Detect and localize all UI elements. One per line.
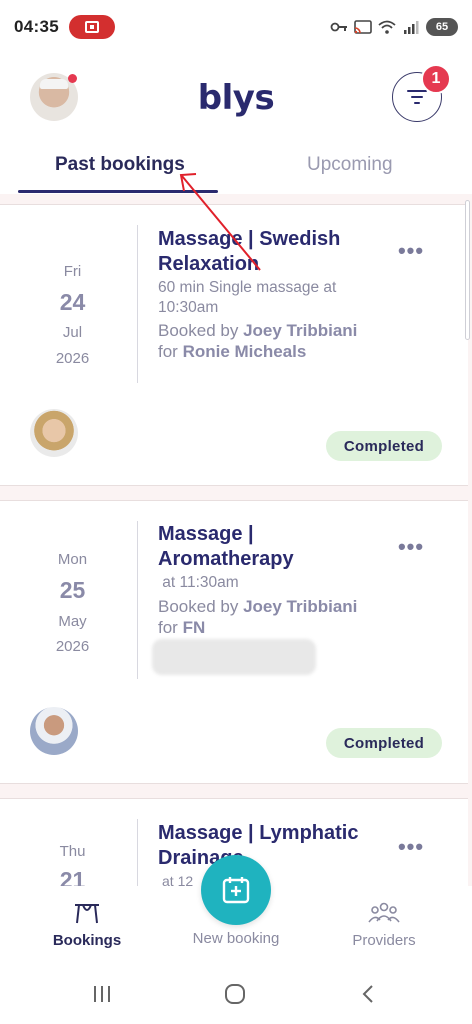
booking-title: Massage | Swedish Relaxation bbox=[158, 228, 341, 275]
tab-past-bookings[interactable]: Past bookings bbox=[55, 154, 185, 176]
booking-title: Massage | Lymphatic Drainage bbox=[158, 822, 359, 869]
back-icon[interactable] bbox=[348, 980, 388, 1008]
date-divider bbox=[137, 225, 138, 383]
booking-subtitle: at 12 bbox=[162, 873, 194, 886]
booked-by-name: Joey Tribbiani bbox=[243, 597, 358, 616]
booking-year: 2026 bbox=[55, 638, 90, 655]
status-icons: 65 bbox=[330, 18, 458, 36]
booking-subtitle: at 11:30am bbox=[158, 574, 239, 591]
booking-card[interactable]: Fri 24 Jul 2026 Massage | Swedish Relaxa… bbox=[0, 204, 468, 486]
nav-providers-label: Providers bbox=[352, 932, 416, 949]
booking-day: 21 bbox=[59, 867, 86, 886]
booked-by-name: Joey Tribbiani bbox=[243, 321, 358, 340]
nav-bookings-label: Bookings bbox=[52, 932, 122, 949]
date-divider bbox=[137, 819, 138, 886]
recipient-name: FN bbox=[182, 618, 206, 637]
status-badge: Completed bbox=[326, 431, 442, 461]
redacted-text bbox=[152, 639, 316, 675]
nav-new-booking-label: New booking bbox=[192, 930, 280, 947]
filter-count-badge: 1 bbox=[421, 64, 451, 94]
booking-year: 2026 bbox=[55, 350, 90, 367]
filter-lines-icon bbox=[407, 90, 427, 104]
app-header: blys 1 bbox=[0, 62, 472, 134]
status-badge: Completed bbox=[326, 728, 442, 758]
booked-by-text: Booked by Joey Tribbiani for Ronie Miche… bbox=[158, 320, 358, 362]
booking-dow: Thu bbox=[59, 843, 86, 860]
provider-avatar bbox=[30, 409, 78, 457]
for-word: for bbox=[158, 342, 178, 361]
provider-avatar bbox=[30, 707, 78, 755]
booking-dow: Fri bbox=[63, 263, 82, 280]
booking-dow: Mon bbox=[57, 551, 88, 568]
active-tab-indicator bbox=[18, 190, 218, 193]
scrollbar[interactable] bbox=[465, 200, 470, 340]
booked-by-prefix: Booked by bbox=[158, 321, 239, 340]
more-options-icon[interactable]: ••• bbox=[396, 536, 426, 563]
booking-title: Massage | Aromatherapy bbox=[158, 523, 294, 570]
for-word: for bbox=[158, 618, 178, 637]
recipient-name: Ronie Micheals bbox=[182, 342, 307, 361]
booking-day: 25 bbox=[59, 577, 86, 603]
booking-day: 24 bbox=[59, 289, 86, 315]
status-bar: 04:35 65 bbox=[0, 0, 472, 54]
booking-card[interactable]: Mon 25 May 2026 Massage | Aromatherapy a… bbox=[0, 500, 468, 784]
tab-upcoming[interactable]: Upcoming bbox=[307, 154, 393, 176]
booking-month: Jul bbox=[62, 324, 83, 341]
more-options-icon[interactable]: ••• bbox=[396, 836, 426, 863]
providers-icon bbox=[324, 900, 444, 926]
screen-record-icon bbox=[68, 15, 115, 39]
booking-subtitle: 60 min Single massage at 10:30am bbox=[158, 279, 337, 316]
date-divider bbox=[137, 521, 138, 679]
new-booking-button[interactable] bbox=[201, 855, 271, 925]
cast-icon bbox=[354, 20, 372, 34]
more-options-icon[interactable]: ••• bbox=[396, 240, 426, 267]
booked-by-prefix: Booked by bbox=[158, 597, 239, 616]
booking-tabs: Past bookings Upcoming bbox=[0, 140, 472, 194]
recent-apps-icon[interactable] bbox=[82, 980, 122, 1008]
vpn-key-icon bbox=[330, 20, 348, 34]
bookings-list[interactable]: Fri 24 Jul 2026 Massage | Swedish Relaxa… bbox=[0, 194, 472, 886]
battery-icon: 65 bbox=[426, 18, 458, 36]
booked-by-text: Booked by Joey Tribbiani for FN bbox=[158, 596, 358, 638]
system-navigation-bar bbox=[0, 960, 472, 1024]
wifi-icon bbox=[378, 20, 396, 34]
nav-providers[interactable]: Providers bbox=[324, 900, 444, 949]
bookings-icon bbox=[27, 900, 147, 926]
booking-month: May bbox=[58, 613, 87, 630]
nav-new-booking[interactable]: New booking bbox=[176, 930, 296, 947]
calendar-add-icon bbox=[222, 877, 250, 904]
status-time: 04:35 bbox=[14, 17, 59, 36]
nav-bookings[interactable]: Bookings bbox=[27, 900, 147, 949]
signal-icon bbox=[402, 20, 420, 34]
home-icon[interactable] bbox=[215, 980, 255, 1008]
